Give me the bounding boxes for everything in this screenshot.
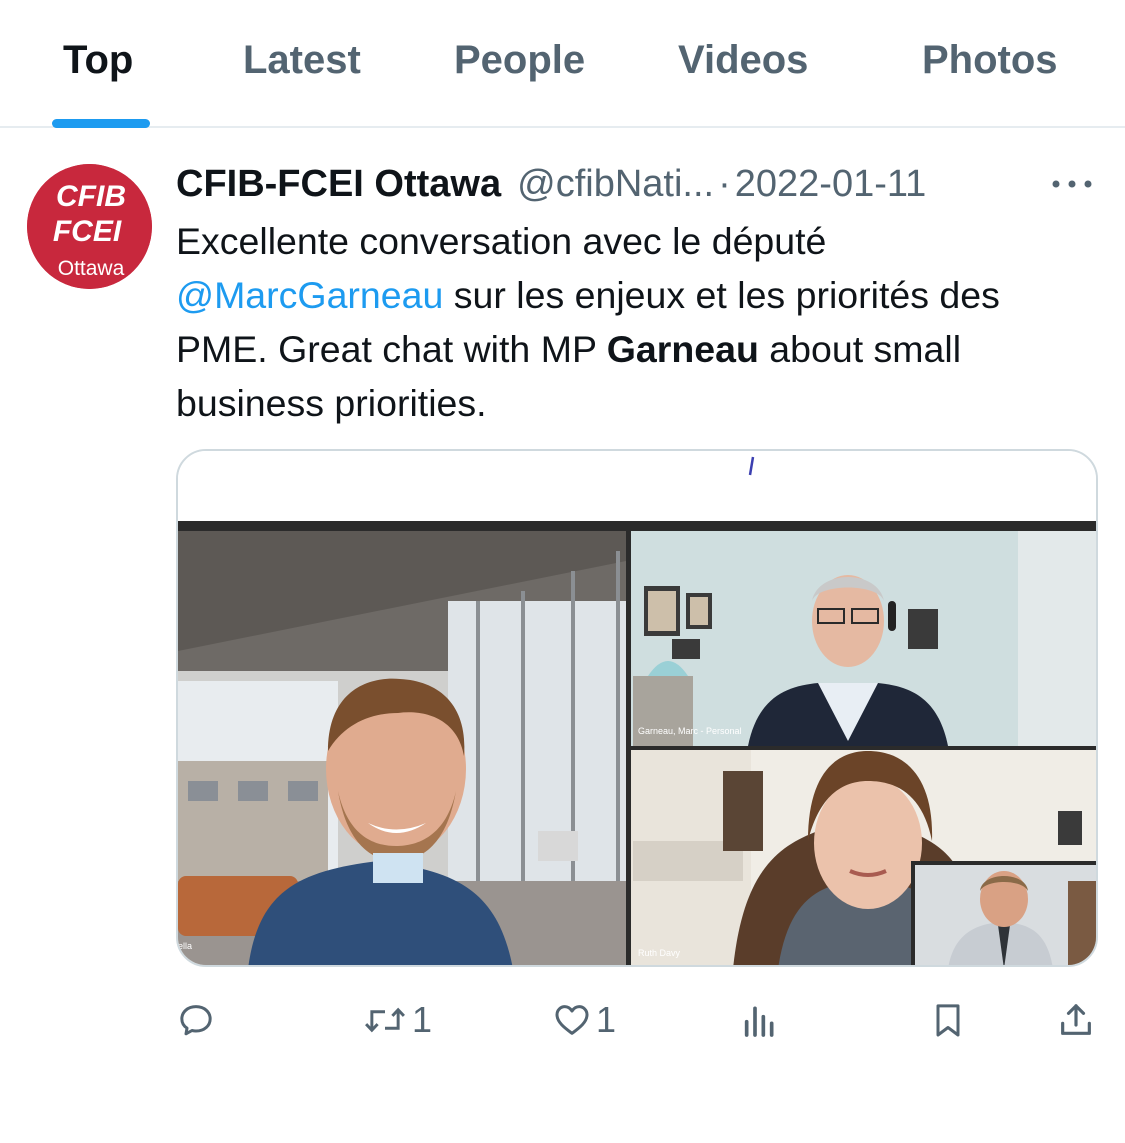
retweet-button[interactable]: 1 [362, 990, 432, 1050]
display-name[interactable]: CFIB-FCEI Ottawa [176, 163, 501, 206]
search-tabs: Top Latest People Videos Photos [0, 0, 1125, 128]
avatar-line2: FCEI [53, 215, 122, 248]
separator-dot: · [718, 162, 731, 205]
tweet-text: Excellente conversation avec le député @… [176, 214, 1076, 430]
tweet-date[interactable]: 2022-01-11 [735, 163, 927, 206]
tab-latest[interactable]: Latest [243, 38, 361, 83]
mention-link[interactable]: @MarcGarneau [176, 274, 443, 316]
share-icon [1061, 1004, 1091, 1035]
like-button[interactable]: 1 [552, 990, 616, 1050]
video-call-photo: ella Garneau, Marc - Personal Ruth Davy [178, 451, 1096, 965]
user-handle[interactable]: @cfibNati... [517, 163, 714, 206]
tab-people[interactable]: People [454, 38, 585, 83]
tile-label-left: ella [178, 941, 192, 951]
avatar-line3: Ottawa [58, 257, 125, 280]
tab-videos[interactable]: Videos [678, 38, 808, 83]
participant-tile-left: ella [178, 531, 626, 965]
share-button[interactable] [1056, 990, 1096, 1050]
tweet-text-part1: Excellente conversation avec le député [176, 220, 827, 262]
cfib-logo-icon: CFIB FCEI Ottawa [27, 164, 152, 289]
views-button[interactable] [740, 990, 780, 1050]
reply-button[interactable] [176, 990, 216, 1050]
heart-icon [555, 1005, 589, 1035]
tab-photos[interactable]: Photos [922, 38, 1058, 83]
retweet-icon [365, 1007, 405, 1033]
tab-top[interactable]: Top [63, 38, 133, 83]
retweet-count: 1 [412, 999, 433, 1040]
tweet-text-bold: Garneau [606, 328, 759, 370]
tweet-media-image[interactable]: ella Garneau, Marc - Personal Ruth Davy [176, 449, 1098, 967]
views-icon [744, 1006, 774, 1037]
bookmark-icon [936, 1004, 960, 1037]
avatar-line1: CFIB [56, 180, 126, 213]
bookmark-button[interactable] [928, 990, 968, 1050]
more-options-button[interactable] [1048, 168, 1096, 200]
participant-tile-bottom-right: Ruth Davy [631, 750, 1096, 965]
more-icon [1052, 180, 1092, 188]
active-tab-indicator [52, 119, 150, 128]
tile-label-bottom: Ruth Davy [638, 948, 681, 958]
tile-label-top-right: Garneau, Marc - Personal [638, 726, 742, 736]
tweet-header: CFIB-FCEI Ottawa @cfibNati... · 2022-01-… [176, 160, 1096, 208]
participant-tile-top-right: Garneau, Marc - Personal [631, 531, 1096, 746]
like-count: 1 [596, 999, 617, 1040]
tweet-action-bar: 1 1 [0, 990, 1125, 1050]
avatar[interactable]: CFIB FCEI Ottawa [27, 164, 152, 289]
reply-icon [180, 1005, 212, 1036]
